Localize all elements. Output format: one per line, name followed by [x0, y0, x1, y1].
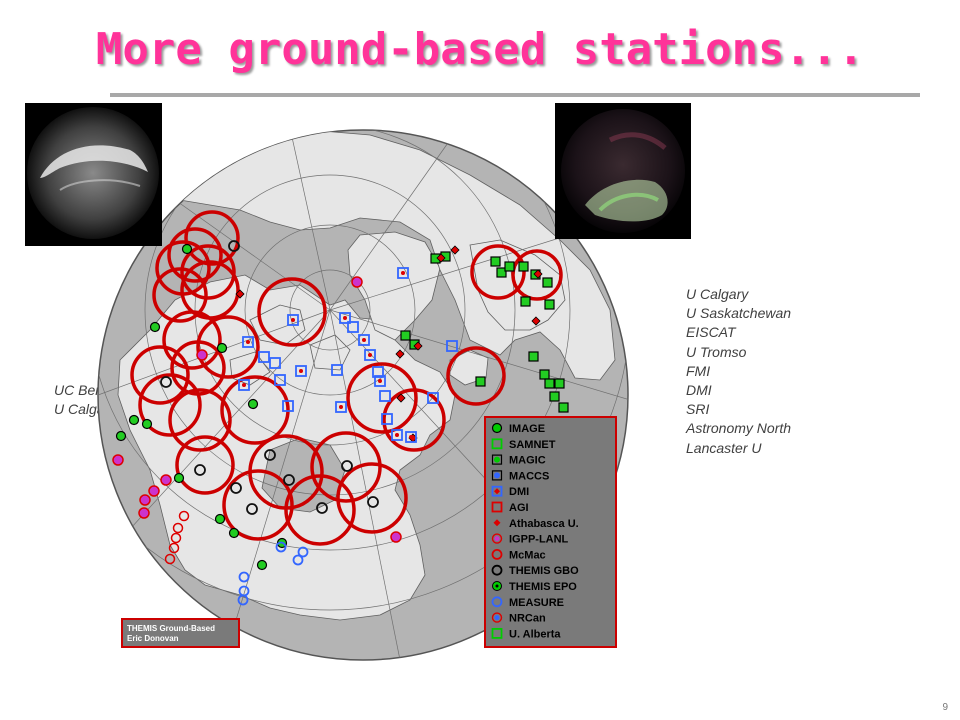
legend-label: U. Alberta: [509, 628, 561, 640]
institution-list-right: U Calgary U Saskatchewan EISCAT U Tromso…: [686, 285, 791, 458]
station-marker: [291, 318, 295, 322]
station-marker: [378, 379, 382, 383]
station-marker: [160, 474, 172, 486]
institution-item: Lancaster U: [686, 439, 762, 456]
station-marker: [475, 376, 486, 387]
station-marker: [128, 414, 140, 426]
credit-box: THEMIS Ground-Based Eric Donovan: [121, 618, 240, 648]
station-marker: [390, 531, 402, 543]
station-marker: [549, 391, 560, 402]
legend-label: IMAGE: [509, 423, 545, 435]
page-number: 9: [942, 702, 948, 713]
legend-label: THEMIS EPO: [509, 581, 577, 593]
legend-label: MAGIC: [509, 455, 546, 467]
station-marker: [196, 349, 208, 361]
station-marker: [256, 559, 268, 571]
legend-row: SAMNET: [491, 438, 556, 451]
station-marker: [139, 494, 151, 506]
institution-item: U Tromso: [686, 343, 747, 360]
station-marker: [148, 485, 160, 497]
legend-label: NRCan: [509, 613, 546, 625]
station-marker: [558, 402, 569, 413]
station-marker: [351, 276, 363, 288]
legend-symbol-icon: [491, 422, 503, 434]
map-legend: IMAGE SAMNET MAGIC MACCS DMI AGI Athabasca U. I…: [484, 416, 617, 648]
station-marker: [339, 405, 343, 409]
station-marker: [520, 296, 531, 307]
legend-label: MEASURE: [509, 597, 564, 609]
station-marker: [490, 256, 501, 267]
station-marker: [214, 513, 226, 525]
allsky-image-right: [555, 103, 691, 239]
station-marker: [138, 507, 150, 519]
station-marker: [173, 472, 185, 484]
legend-background: [484, 416, 617, 648]
station-marker: [409, 435, 413, 439]
station-map-figure: IMAGE SAMNET MAGIC MACCS DMI AGI Athabasca U. I…: [25, 103, 691, 661]
station-marker: [544, 378, 555, 389]
legend-label: McMac: [509, 549, 546, 561]
station-marker: [554, 378, 565, 389]
credit-line-2: Eric Donovan: [127, 634, 179, 643]
station-marker: [401, 271, 405, 275]
station-marker: [539, 369, 550, 380]
station-marker: [395, 433, 399, 437]
station-marker: [228, 527, 240, 539]
station-marker: [528, 351, 539, 362]
legend-label: AGI: [509, 502, 529, 514]
legend-label: Athabasca U.: [509, 518, 579, 530]
station-marker: [362, 338, 366, 342]
institution-item: Astronomy North: [686, 420, 792, 437]
station-marker: [115, 430, 127, 442]
institution-item: SRI: [686, 401, 710, 418]
station-marker: [181, 243, 193, 255]
station-marker: [247, 398, 259, 410]
station-marker: [343, 316, 347, 320]
legend-label: IGPP-LANL: [509, 534, 569, 546]
institution-item: DMI: [686, 382, 712, 399]
institution-item: U Calgary: [686, 286, 749, 302]
station-marker: [141, 418, 153, 430]
station-marker: [368, 353, 372, 357]
allsky-image-left: [25, 103, 162, 246]
station-marker: [518, 261, 529, 272]
station-marker: [216, 342, 228, 354]
institution-item: EISCAT: [686, 324, 736, 341]
legend-symbol-icon: [492, 581, 502, 591]
legend-label: SAMNET: [509, 439, 556, 451]
legend-label: MACCS: [509, 470, 549, 482]
institution-item: FMI: [686, 362, 711, 379]
institution-item: U Saskatchewan: [686, 305, 792, 322]
station-marker: [542, 277, 553, 288]
station-marker: [544, 299, 555, 310]
station-marker: [112, 454, 124, 466]
station-marker: [242, 383, 246, 387]
station-marker: [400, 330, 411, 341]
legend-label: DMI: [509, 486, 529, 498]
station-marker: [504, 261, 515, 272]
station-marker: [246, 340, 250, 344]
station-marker: [299, 369, 303, 373]
legend-label: THEMIS GBO: [509, 565, 579, 577]
credit-line-1: THEMIS Ground-Based: [127, 624, 215, 633]
station-marker: [149, 321, 161, 333]
